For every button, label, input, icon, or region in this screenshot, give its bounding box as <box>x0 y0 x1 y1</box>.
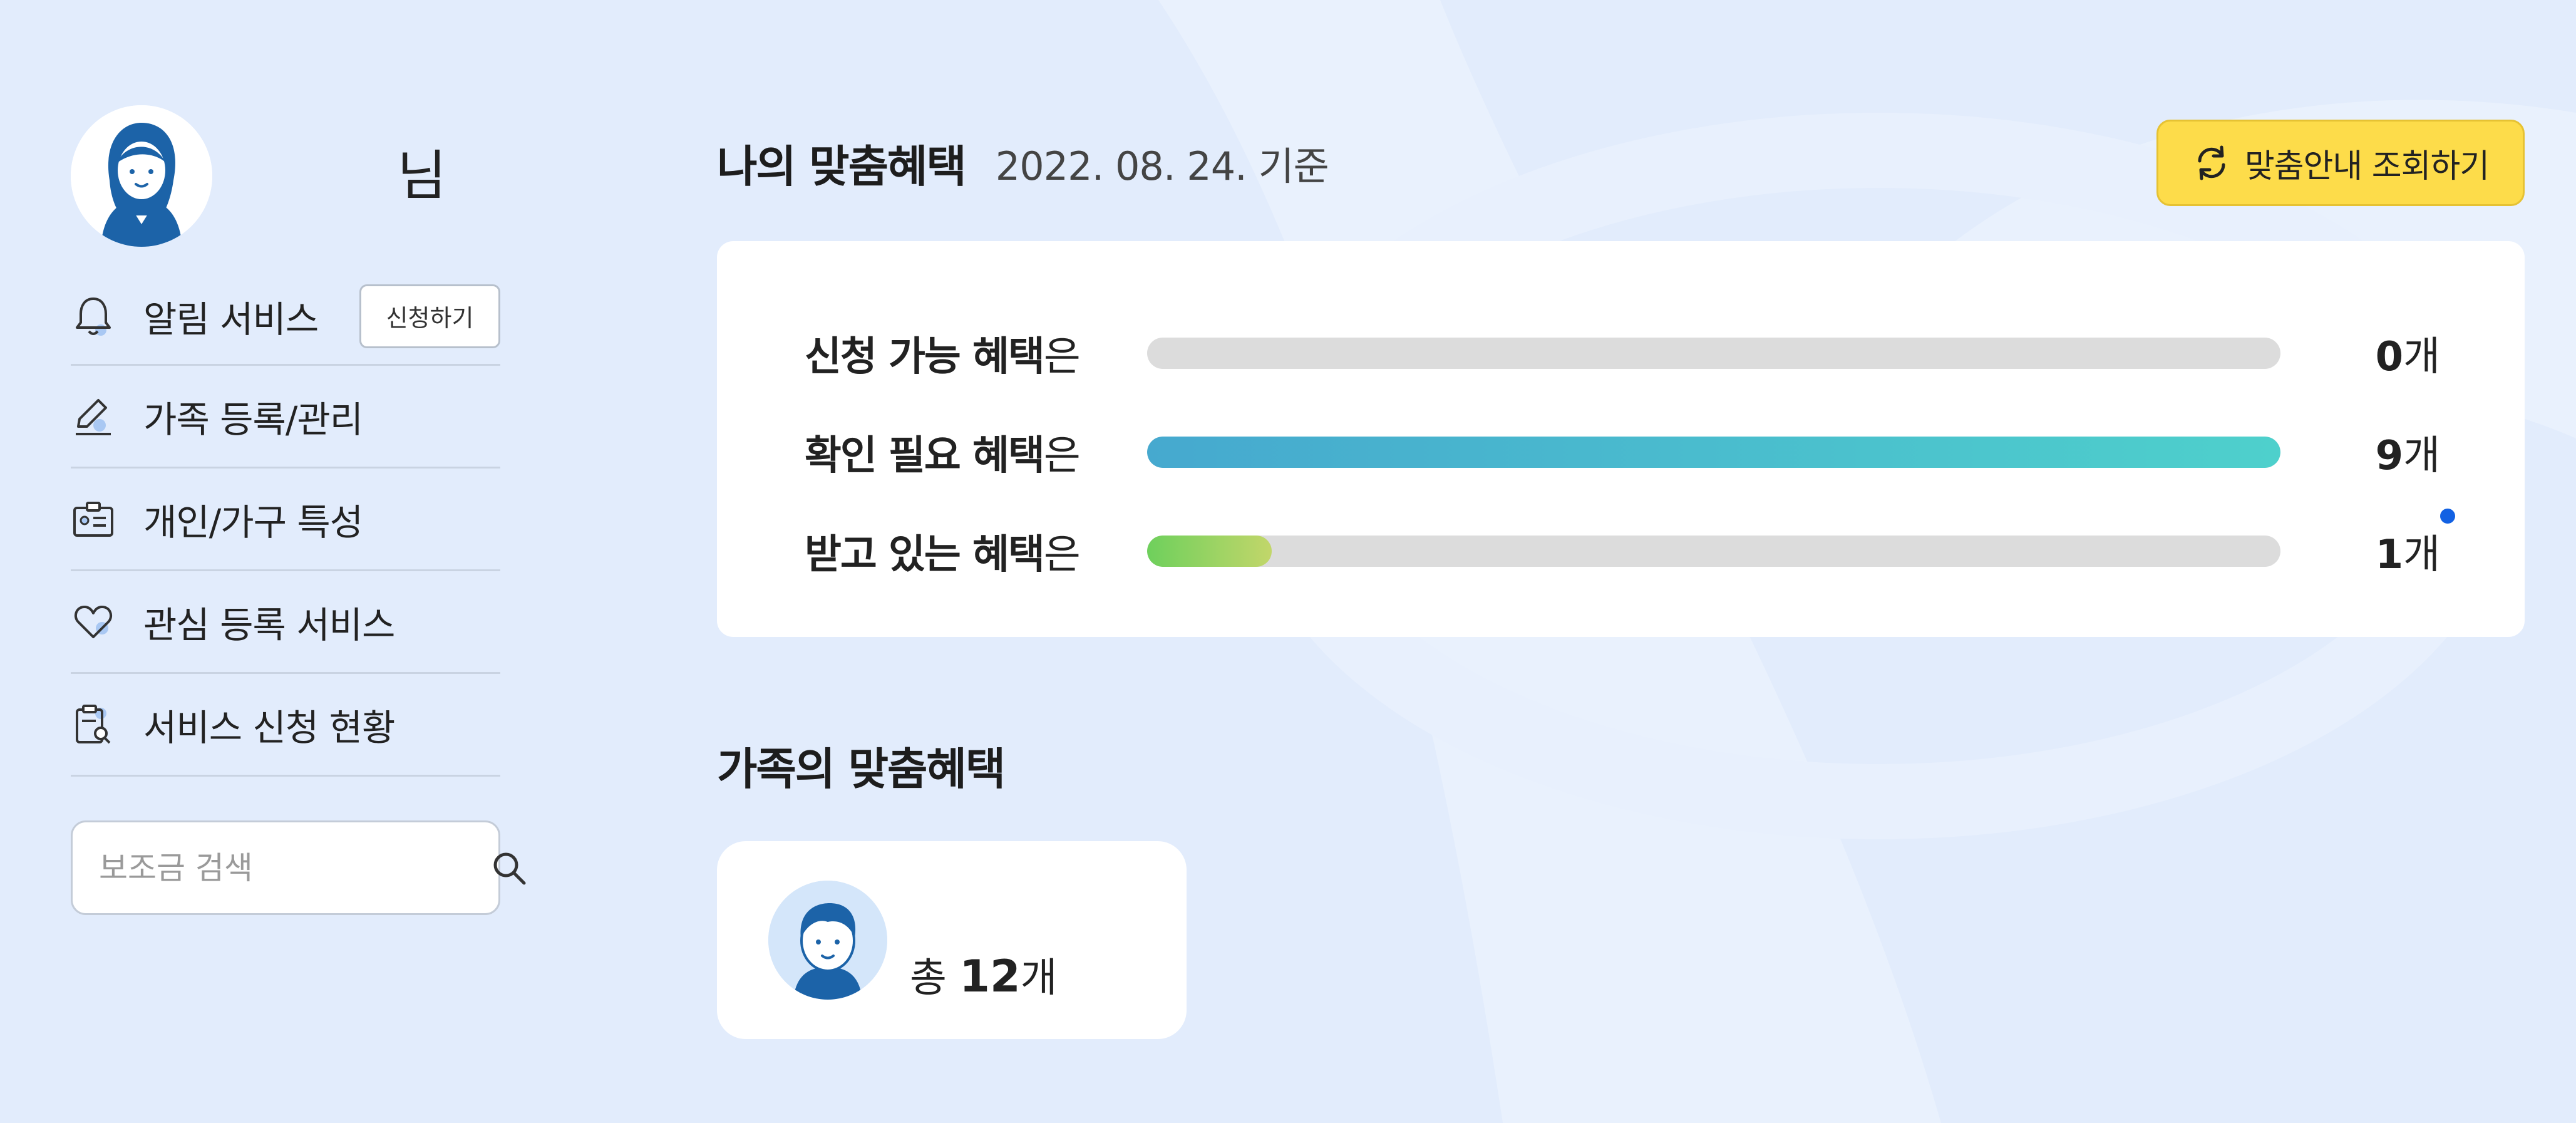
main-content: 나의 맞춤혜택 2022. 08. 24. 기준 맞춤안내 조회하기 신청 가능… <box>717 119 2525 1039</box>
benefit-count: 9개 <box>2376 423 2440 481</box>
refresh-button-label: 맞춤안내 조회하기 <box>2244 147 2490 185</box>
sidebar-item-personal-household[interactable]: 개인/가구 특성 <box>71 468 500 571</box>
sidebar-item-label: 가족 등록/관리 <box>143 398 363 441</box>
benefit-label: 신청 가능 혜택은 <box>805 324 1147 382</box>
sidebar-item-label: 알림 서비스 <box>143 298 319 341</box>
benefit-count-number: 9 <box>2375 433 2404 479</box>
benefit-label-suffix: 은 <box>1043 433 1081 479</box>
apply-button[interactable]: 신청하기 <box>359 284 500 348</box>
bell-icon <box>71 291 121 341</box>
clipboard-search-icon <box>71 700 121 750</box>
benefit-row-needs-check[interactable]: 확인 필요 혜택은 9개 <box>805 403 2440 502</box>
family-total-count: 12 <box>959 951 1021 1002</box>
family-total-prefix: 총 <box>910 955 960 1001</box>
sidebar-item-label: 서비스 신청 현황 <box>143 706 395 749</box>
benefit-progress-bar <box>1147 536 2280 567</box>
sidebar-menu: 알림 서비스 신청하기 가족 등록/관리 개인/가구 특성 관심 등록 서비스 <box>71 268 500 777</box>
benefit-label-suffix: 은 <box>1043 532 1081 578</box>
family-total-unit: 개 <box>1020 955 1058 1001</box>
user-name-suffix: 님 <box>397 145 447 207</box>
benefit-label-bold: 신청 가능 혜택 <box>805 334 1045 380</box>
sidebar: 님 알림 서비스 신청하기 가족 등록/관리 개인/가구 특성 관심 등록 서비… <box>71 105 526 915</box>
benefit-count: 0개 <box>2376 324 2440 382</box>
family-member-avatar <box>768 881 887 1000</box>
family-benefits-title: 가족의 맞춤혜택 <box>717 743 1006 795</box>
benefit-count: 1개 <box>2375 509 2455 580</box>
benefit-progress-bar <box>1147 338 2280 369</box>
benefit-row-receiving[interactable]: 받고 있는 혜택은 1개 <box>805 502 2455 601</box>
family-benefits-card[interactable]: 총 12개 <box>717 841 1187 1039</box>
benefit-count-number: 0 <box>2375 334 2404 380</box>
sidebar-item-notification-service[interactable]: 알림 서비스 신청하기 <box>71 268 500 366</box>
benefit-label: 확인 필요 혜택은 <box>805 423 1147 481</box>
profile: 님 <box>71 105 500 247</box>
benefit-label: 받고 있는 혜택은 <box>805 522 1147 580</box>
user-avatar[interactable] <box>71 105 212 247</box>
benefit-progress-fill <box>1147 536 1272 567</box>
search-icon[interactable] <box>489 848 529 888</box>
benefit-count-unit: 개 <box>2403 334 2440 380</box>
benefit-label-bold: 확인 필요 혜택 <box>805 433 1045 479</box>
sidebar-item-interest-service[interactable]: 관심 등록 서비스 <box>71 571 500 674</box>
my-benefits-header: 나의 맞춤혜택 2022. 08. 24. 기준 맞춤안내 조회하기 <box>717 119 2525 207</box>
refresh-icon <box>2198 145 2225 180</box>
sidebar-item-label: 개인/가구 특성 <box>143 500 363 544</box>
subsidy-search <box>71 820 526 915</box>
benefits-date: 2022. 08. 24. 기준 <box>995 143 1329 189</box>
sidebar-item-family-management[interactable]: 가족 등록/관리 <box>71 366 500 468</box>
my-benefits-card: 신청 가능 혜택은 0개 확인 필요 혜택은 9개 받고 있는 혜택은 1개 <box>717 241 2525 637</box>
refresh-benefits-button[interactable]: 맞춤안내 조회하기 <box>2156 120 2525 206</box>
heart-icon <box>71 597 121 647</box>
benefit-count-unit: 개 <box>2403 433 2440 479</box>
benefit-label-suffix: 은 <box>1043 334 1081 380</box>
man-avatar-icon <box>768 881 887 1000</box>
family-benefits-total: 총 12개 <box>910 946 1058 1003</box>
benefit-label-bold: 받고 있는 혜택 <box>805 532 1045 578</box>
benefit-progress-fill <box>1147 437 2280 468</box>
pencil-icon <box>71 391 121 442</box>
id-card-icon <box>71 494 121 544</box>
benefit-progress-bar <box>1147 437 2280 468</box>
benefit-count-unit: 개 <box>2403 532 2440 578</box>
woman-avatar-icon <box>71 105 212 247</box>
benefit-row-available[interactable]: 신청 가능 혜택은 0개 <box>805 304 2440 403</box>
new-badge-dot <box>2440 509 2455 524</box>
search-input[interactable] <box>99 849 489 886</box>
benefit-count-number: 1 <box>2375 532 2404 578</box>
sidebar-item-application-status[interactable]: 서비스 신청 현황 <box>71 674 500 777</box>
my-benefits-title: 나의 맞춤혜택 <box>717 140 967 192</box>
sidebar-item-label: 관심 등록 서비스 <box>143 603 395 646</box>
